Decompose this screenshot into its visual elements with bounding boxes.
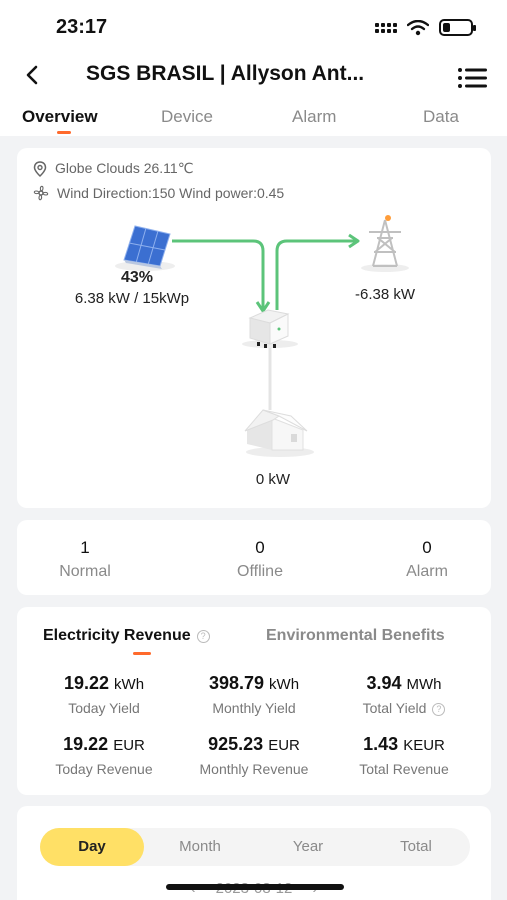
period-year[interactable]: Year <box>256 828 360 866</box>
tab-device[interactable]: Device <box>161 107 213 127</box>
metric-unit: EUR <box>113 737 145 754</box>
metric-label: Monthly Revenue <box>199 761 309 777</box>
metric-monthly-revenue: 925.23 EUR Monthly Revenue <box>175 734 333 777</box>
metric-value: 925.23 <box>208 734 264 754</box>
metric-value: 19.22 <box>63 673 110 693</box>
metric-today-revenue: 19.22 EUR Today Revenue <box>25 734 183 777</box>
period-selector: Day Month Year Total <box>40 828 470 866</box>
status-count: 0 <box>255 538 265 557</box>
tab-indicator <box>57 131 71 134</box>
status-label: Alarm <box>406 563 448 580</box>
revenue-card: Electricity Revenue? Environmental Benef… <box>17 607 491 795</box>
period-total[interactable]: Total <box>364 828 468 866</box>
solar-panel-icon <box>115 225 175 271</box>
metric-value: 3.94 <box>366 673 402 693</box>
revenue-tab-label: Electricity Revenue <box>43 627 191 644</box>
menu-list-icon[interactable] <box>457 66 489 90</box>
status-count: 1 <box>80 538 90 557</box>
tab-data[interactable]: Data <box>423 107 459 127</box>
metric-unit: KEUR <box>403 737 445 754</box>
page-title: SGS BRASIL | Allyson Ant... <box>86 62 365 85</box>
status-count: 0 <box>422 538 432 557</box>
metric-label: Today Revenue <box>55 761 153 777</box>
wifi-icon <box>407 19 429 35</box>
load-power: 0 kW <box>255 471 291 488</box>
tab-electricity-revenue[interactable]: Electricity Revenue? <box>43 627 210 645</box>
back-arrow-icon[interactable] <box>20 60 46 90</box>
inverter-icon <box>242 309 298 348</box>
tab-overview[interactable]: Overview <box>22 107 98 127</box>
metric-today-yield: 19.22 kWh Today Yield <box>25 673 183 716</box>
nav-bar: SGS BRASIL | Allyson Ant... <box>0 56 507 96</box>
metric-monthly-yield: 398.79 kWh Monthly Yield <box>175 673 333 716</box>
tab-alarm[interactable]: Alarm <box>292 107 336 127</box>
metric-label: Total Revenue <box>359 761 449 777</box>
status-label: Offline <box>237 563 283 580</box>
period-month[interactable]: Month <box>148 828 252 866</box>
help-icon[interactable]: ? <box>432 703 446 716</box>
revenue-tab-indicator <box>133 652 151 655</box>
status-offline[interactable]: 0 Offline <box>200 538 320 581</box>
metric-total-yield: 3.94 MWh Total Yield? <box>325 673 483 716</box>
metric-total-revenue: 1.43 KEUR Total Revenue <box>325 734 483 777</box>
status-label: Normal <box>59 563 111 580</box>
signal-icon <box>375 22 397 33</box>
battery-icon <box>439 19 476 36</box>
pv-percent: 43% <box>120 269 154 286</box>
grid-tower-icon <box>361 215 409 272</box>
metric-label: Total Yield <box>362 700 427 716</box>
energy-flow-diagram <box>115 215 409 457</box>
house-load-icon <box>244 409 314 457</box>
metric-value: 398.79 <box>208 673 265 693</box>
status-normal[interactable]: 1 Normal <box>25 538 145 581</box>
metric-value: 19.22 <box>63 734 109 754</box>
metric-label: Today Yield <box>68 700 140 716</box>
pv-power: 6.38 kW / 15kWp <box>74 290 190 307</box>
device-status-card: 1 Normal 0 Offline 0 Alarm <box>17 520 491 595</box>
metric-unit: kWh <box>114 676 145 693</box>
status-alarm[interactable]: 0 Alarm <box>367 538 487 581</box>
tab-environmental-benefits[interactable]: Environmental Benefits <box>266 627 445 645</box>
grid-power: -6.38 kW <box>354 286 415 303</box>
home-indicator <box>166 884 344 890</box>
period-day[interactable]: Day <box>40 828 144 866</box>
metric-label: Monthly Yield <box>212 700 296 716</box>
status-icons <box>375 19 476 36</box>
status-bar: 23:17 <box>0 0 507 56</box>
metric-unit: MWh <box>406 676 442 693</box>
energy-flow-card: Globe Clouds 26.11℃ Wind Direction:150 W… <box>17 148 491 508</box>
tab-bar: Overview Device Alarm Data <box>0 96 507 136</box>
metric-value: 1.43 <box>363 734 399 754</box>
metric-unit: EUR <box>268 737 300 754</box>
help-icon[interactable]: ? <box>196 630 210 643</box>
metric-unit: kWh <box>269 676 300 693</box>
status-time: 23:17 <box>56 16 108 38</box>
